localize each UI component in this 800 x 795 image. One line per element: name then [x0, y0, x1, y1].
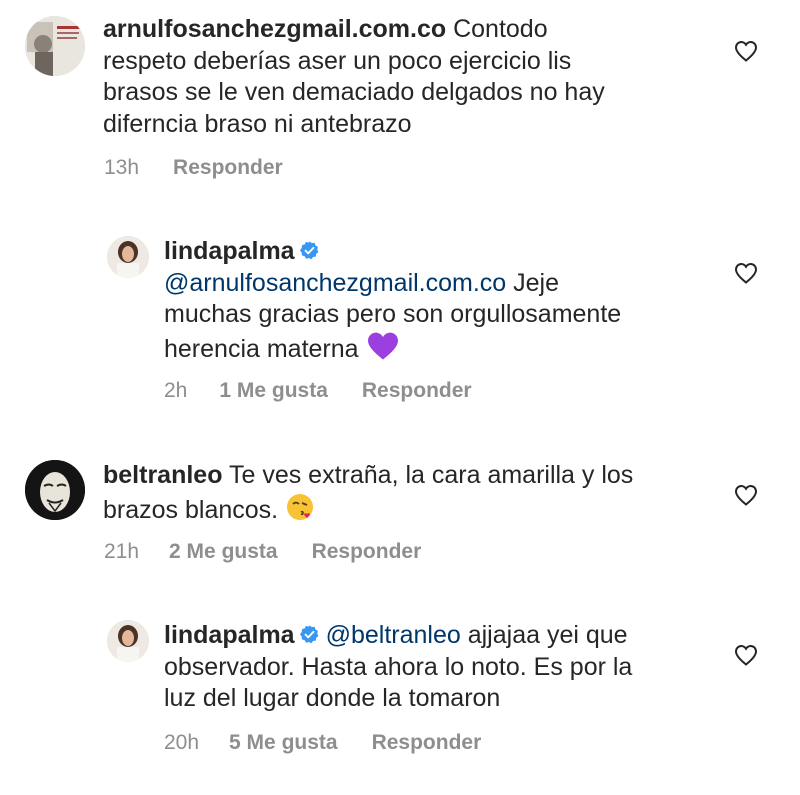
comment-meta: 21h 2 Me gusta Responder	[104, 540, 447, 564]
reply-button[interactable]: Responder	[362, 379, 472, 402]
verified-badge-icon	[299, 625, 319, 644]
verified-badge-icon	[299, 241, 319, 260]
like-heart-icon[interactable]	[734, 484, 758, 506]
avatar[interactable]	[107, 236, 149, 278]
timestamp: 2h	[164, 379, 188, 402]
timestamp: 20h	[164, 731, 200, 754]
comment-meta: 13h Responder	[104, 156, 309, 180]
username[interactable]: arnulfosanchezgmail.com.co	[103, 15, 446, 43]
username[interactable]: beltranleo	[103, 461, 222, 489]
like-heart-icon[interactable]	[734, 644, 758, 666]
comment-text-line: diferncia braso ni antebrazo	[103, 109, 412, 138]
likes-count[interactable]: 1 Me gusta	[219, 379, 328, 402]
face-blowing-kiss-emoji	[287, 493, 314, 520]
comment-text-line: brazos blancos.	[103, 495, 279, 524]
comment-text: Contodo	[446, 15, 548, 43]
timestamp: 21h	[104, 540, 140, 563]
comment-text: Jeje	[506, 268, 560, 297]
comment-text-line: muchas gracias pero son orgullosamente	[164, 300, 622, 328]
avatar[interactable]	[107, 620, 149, 662]
comment-meta: 2h 1 Me gusta Responder	[164, 379, 498, 403]
username[interactable]: lindapalma	[164, 621, 295, 649]
likes-count[interactable]: 2 Me gusta	[169, 540, 278, 563]
comment-meta: 20h 5 Me gusta Responder	[164, 731, 507, 755]
comment-body: arnulfosanchezgmail.com.co Contodo respe…	[103, 14, 703, 140]
comment-body: lindapalma @beltranleo ajjajaa yei que ob…	[164, 620, 734, 715]
avatar-image	[107, 236, 149, 278]
reply-button[interactable]: Responder	[372, 731, 482, 754]
mention-link[interactable]: @arnulfosanchezgmail.com.co	[164, 269, 506, 297]
like-heart-icon[interactable]	[734, 40, 758, 62]
avatar-image	[107, 620, 149, 662]
comment-body: lindapalma @arnulfosanchezgmail.com.co J…	[164, 236, 724, 365]
purple-heart-emoji	[367, 332, 398, 360]
like-heart-icon[interactable]	[734, 262, 758, 284]
comment-text-line: luz del lugar donde la tomaron	[164, 684, 501, 712]
username[interactable]: lindapalma	[164, 237, 295, 265]
reply-button[interactable]: Responder	[173, 156, 283, 179]
comment-text-line: brasos se le ven demaciado delgados no h…	[103, 78, 605, 106]
reply-button[interactable]: Responder	[312, 540, 422, 563]
avatar-image	[25, 16, 85, 76]
comment-body: beltranleo Te ves extraña, la cara amari…	[103, 460, 703, 526]
avatar-image	[25, 460, 85, 520]
avatar[interactable]	[25, 16, 85, 76]
comment-text-line: herencia materna	[164, 334, 359, 363]
comment-text: ajjajaa yei que	[460, 621, 628, 649]
avatar[interactable]	[25, 460, 85, 520]
comment-text-line: observador. Hasta ahora lo noto. Es por …	[164, 652, 633, 681]
likes-count[interactable]: 5 Me gusta	[229, 731, 338, 754]
comment-text-line: respeto deberías aser un poco ejercicio …	[103, 46, 572, 75]
comment-text: Te ves extraña, la cara amarilla y los	[222, 461, 634, 489]
mention-link[interactable]: @beltranleo	[326, 621, 461, 649]
timestamp: 13h	[104, 156, 140, 179]
